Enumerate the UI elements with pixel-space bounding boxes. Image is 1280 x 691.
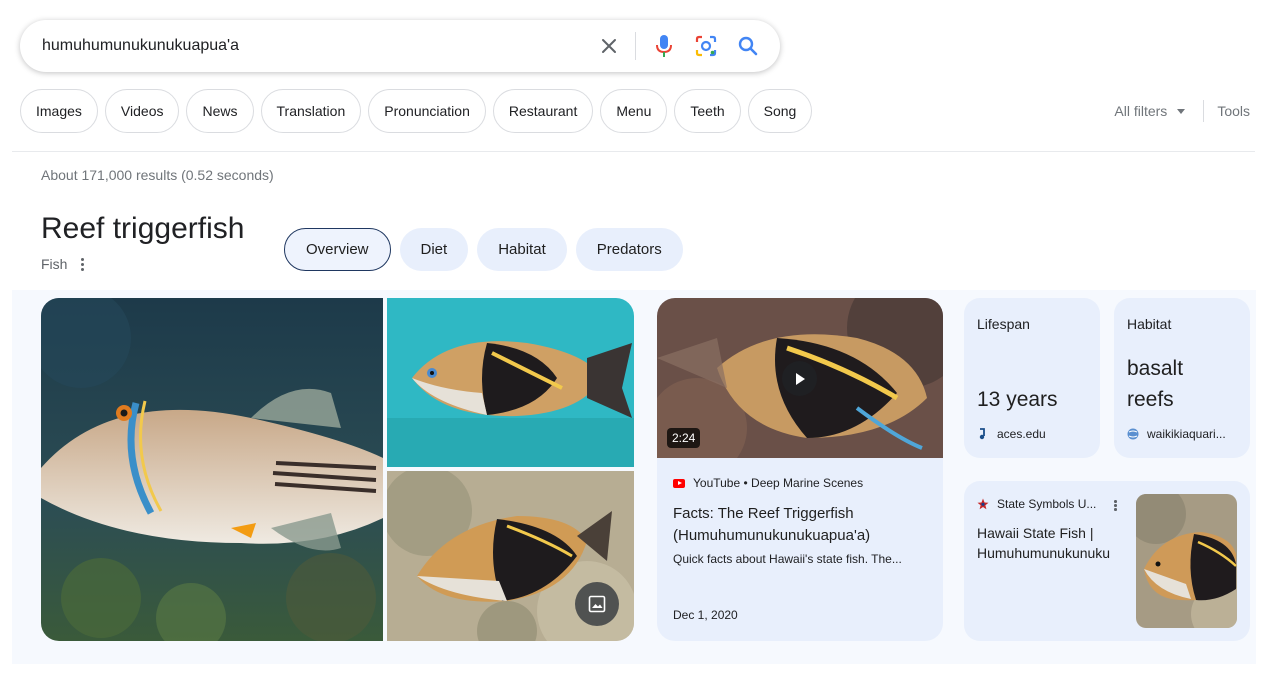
fact-label-habitat: Habitat: [1127, 316, 1172, 332]
video-duration: 2:24: [667, 428, 701, 448]
state-symbols-logo-icon: [977, 498, 989, 510]
fact-source-label-habitat: waikikiaquari...: [1147, 427, 1226, 441]
video-source: YouTube • Deep Marine Scenes: [673, 476, 863, 490]
video-title[interactable]: Facts: The Reef Triggerfish (Humuhumunuk…: [673, 503, 933, 547]
entity-type: Fish: [41, 256, 68, 272]
chevron-down-icon[interactable]: [1177, 108, 1186, 114]
state-card-thumbnail[interactable]: [1136, 494, 1237, 628]
chip-song[interactable]: Song: [747, 89, 813, 133]
fact-label-lifespan: Lifespan: [977, 316, 1030, 332]
image-gallery-button[interactable]: [575, 582, 619, 626]
more-options-icon[interactable]: [1114, 500, 1117, 511]
play-icon: [795, 372, 805, 385]
video-date: Dec 1, 2020: [673, 608, 738, 622]
chip-translation[interactable]: Translation: [260, 89, 362, 133]
entity-subtitle: Fish: [41, 256, 85, 272]
video-thumbnail[interactable]: 2:24: [657, 298, 943, 458]
tab-diet[interactable]: Diet: [399, 228, 469, 271]
search-input[interactable]: humuhumunukunukuapua'a: [42, 37, 581, 55]
header-divider: [12, 151, 1255, 152]
all-filters-button[interactable]: All filters: [1114, 103, 1167, 119]
state-card-title-line1: Hawaii State Fish |: [977, 525, 1094, 541]
tab-overview[interactable]: Overview: [284, 228, 391, 271]
search-divider: [635, 32, 636, 60]
video-description: Quick facts about Hawaii's state fish. T…: [673, 552, 902, 566]
fact-value-habitat-line2: reefs: [1127, 388, 1174, 411]
fact-source-lifespan[interactable]: aces.edu: [977, 427, 1046, 441]
fact-source-label-lifespan: aces.edu: [997, 427, 1046, 441]
fact-card-habitat[interactable]: Habitat basalt reefs waikikiaquari...: [1114, 298, 1250, 458]
fact-value-habitat-line1: basalt: [1127, 357, 1184, 380]
tab-predators[interactable]: Predators: [575, 228, 683, 271]
chip-pronunciation[interactable]: Pronunciation: [368, 89, 486, 133]
search-bar[interactable]: humuhumunukunukuapua'a: [20, 20, 780, 72]
youtube-icon: [673, 478, 685, 488]
state-card-source-label: State Symbols U...: [997, 497, 1097, 511]
fish-image-main[interactable]: [41, 298, 383, 641]
fact-source-habitat[interactable]: waikikiaquari...: [1127, 427, 1226, 441]
image-icon: [588, 595, 606, 613]
fact-card-lifespan[interactable]: Lifespan 13 years aces.edu: [964, 298, 1100, 458]
fish-image-top[interactable]: [387, 298, 634, 467]
clear-icon[interactable]: [595, 32, 623, 60]
globe-icon: [1127, 428, 1139, 440]
more-options-icon[interactable]: [81, 257, 85, 271]
fact-value-habitat: basalt reefs: [1127, 353, 1183, 415]
chip-images[interactable]: Images: [20, 89, 98, 133]
microphone-icon[interactable]: [650, 32, 678, 60]
state-symbols-card[interactable]: State Symbols U... Hawaii State Fish | H…: [964, 481, 1250, 641]
chip-videos[interactable]: Videos: [104, 89, 180, 133]
search-icon[interactable]: [734, 32, 762, 60]
state-card-source: State Symbols U...: [977, 497, 1096, 511]
entity-tabs: Overview Diet Habitat Predators: [284, 228, 683, 271]
video-source-label: YouTube • Deep Marine Scenes: [693, 476, 864, 490]
camera-search-icon[interactable]: [692, 32, 720, 60]
filter-chips: Images Videos News Translation Pronuncia…: [20, 89, 813, 133]
entity-title: Reef triggerfish: [41, 212, 245, 245]
play-button[interactable]: [782, 361, 817, 396]
state-card-title[interactable]: Hawaii State Fish | Humuhumunukunuku: [977, 523, 1123, 563]
chip-news[interactable]: News: [186, 89, 254, 133]
chip-menu[interactable]: Menu: [600, 89, 668, 133]
video-card[interactable]: 2:24 YouTube • Deep Marine Scenes Facts:…: [657, 298, 943, 641]
chip-teeth[interactable]: Teeth: [674, 89, 741, 133]
tools-button[interactable]: Tools: [1217, 103, 1250, 119]
state-card-title-line2: Humuhumunukunuku: [977, 545, 1111, 561]
result-stats: About 171,000 results (0.52 seconds): [41, 167, 274, 183]
tools-divider: [1203, 100, 1205, 122]
fact-value-lifespan: 13 years: [977, 388, 1058, 411]
aces-logo-icon: [977, 428, 989, 440]
chip-restaurant[interactable]: Restaurant: [492, 89, 594, 133]
filter-tools: All filters Tools: [1114, 89, 1250, 133]
tab-habitat[interactable]: Habitat: [477, 228, 567, 271]
